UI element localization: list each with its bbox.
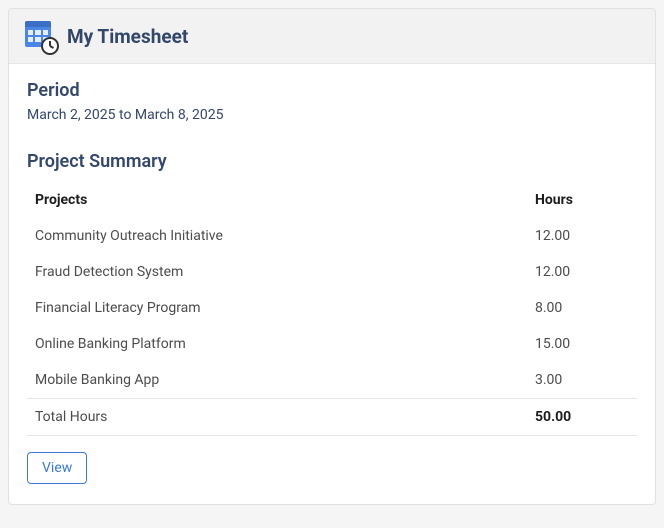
col-projects: Projects xyxy=(27,182,527,218)
card-header: My Timesheet xyxy=(9,9,655,64)
period-heading: Period xyxy=(27,80,637,101)
table-row: Financial Literacy Program8.00 xyxy=(27,290,637,326)
project-cell: Community Outreach Initiative xyxy=(27,218,527,254)
table-row: Fraud Detection System12.00 xyxy=(27,254,637,290)
summary-heading: Project Summary xyxy=(27,151,637,172)
project-summary-table: Projects Hours Community Outreach Initia… xyxy=(27,182,637,436)
hours-cell: 12.00 xyxy=(527,218,637,254)
table-row: Mobile Banking App3.00 xyxy=(27,362,637,399)
total-hours: 50.00 xyxy=(527,399,637,436)
hours-cell: 15.00 xyxy=(527,326,637,362)
total-row: Total Hours50.00 xyxy=(27,399,637,436)
total-label: Total Hours xyxy=(27,399,527,436)
card-body: Period March 2, 2025 to March 8, 2025 Pr… xyxy=(9,64,655,504)
page-title: My Timesheet xyxy=(67,25,188,48)
hours-cell: 8.00 xyxy=(527,290,637,326)
clock-icon xyxy=(41,37,59,55)
hours-cell: 12.00 xyxy=(527,254,637,290)
hours-cell: 3.00 xyxy=(527,362,637,399)
timesheet-icon xyxy=(25,21,55,51)
project-cell: Financial Literacy Program xyxy=(27,290,527,326)
project-cell: Mobile Banking App xyxy=(27,362,527,399)
project-cell: Fraud Detection System xyxy=(27,254,527,290)
view-button[interactable]: View xyxy=(27,452,87,484)
project-cell: Online Banking Platform xyxy=(27,326,527,362)
table-row: Community Outreach Initiative12.00 xyxy=(27,218,637,254)
period-text: March 2, 2025 to March 8, 2025 xyxy=(27,107,637,123)
timesheet-card: My Timesheet Period March 2, 2025 to Mar… xyxy=(8,8,656,505)
table-row: Online Banking Platform15.00 xyxy=(27,326,637,362)
col-hours: Hours xyxy=(527,182,637,218)
